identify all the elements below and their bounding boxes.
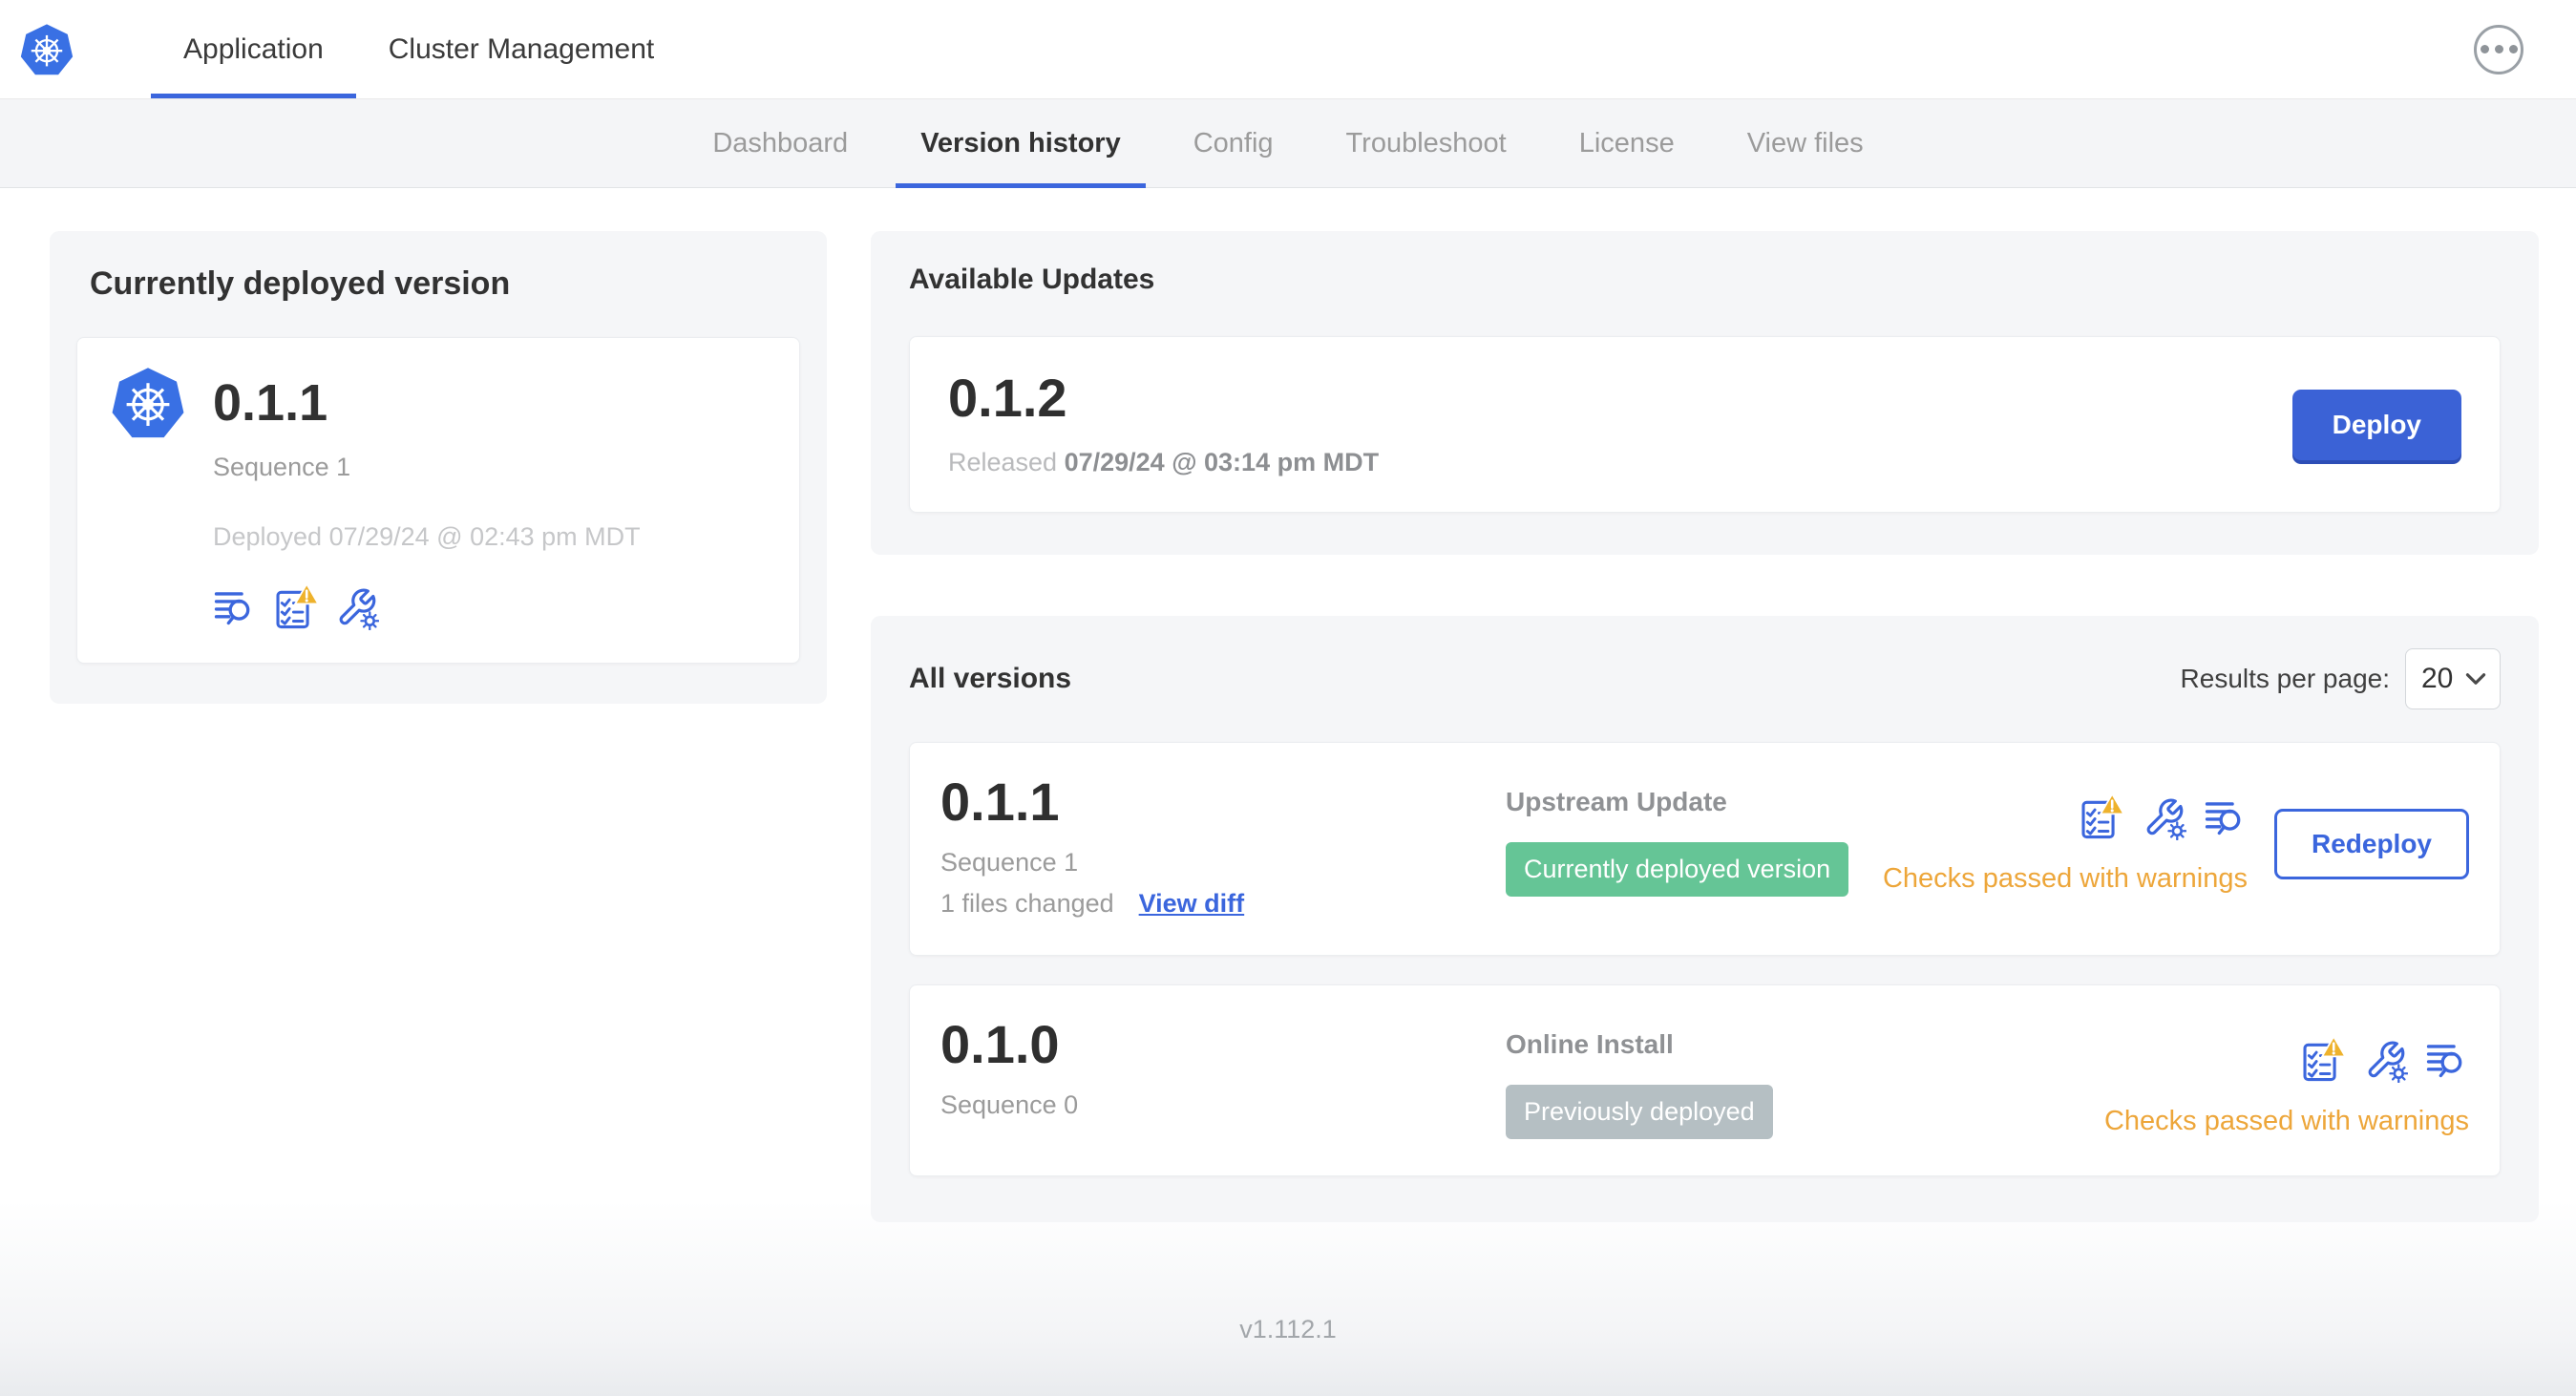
config-icon[interactable]: [2143, 796, 2186, 840]
console-version-label: v1.112.1: [1239, 1314, 1337, 1343]
tab-cluster-management[interactable]: Cluster Management: [356, 0, 686, 98]
version-row-0-1-0: 0.1.0 Sequence 0 Online Install Previous…: [909, 984, 2501, 1176]
version-actions: Checks passed with warnings: [2104, 1018, 2469, 1137]
app-subnav: Dashboard Version history Config Trouble…: [0, 99, 2576, 188]
results-per-page: Results per page: 20: [2181, 648, 2501, 709]
config-icon[interactable]: [335, 586, 379, 630]
preflight-checks-warning-icon[interactable]: [2078, 793, 2125, 840]
tab-version-history[interactable]: Version history: [884, 99, 1157, 188]
deploy-button[interactable]: Deploy: [2291, 389, 2461, 460]
currently-deployed-card: Currently deployed version 0.1.1 Sequenc…: [50, 231, 827, 704]
currently-deployed-version-card: 0.1.1 Sequence 1 Deployed 07/29/24 @ 02:…: [76, 337, 800, 664]
version-sequence: Sequence 0: [940, 1090, 1079, 1119]
footer: v1.112.1: [0, 1262, 2576, 1396]
tab-troubleshoot[interactable]: Troubleshoot: [1310, 99, 1543, 187]
status-badge: Previously deployed: [1506, 1085, 1773, 1139]
all-versions-header: All versions Results per page: 20: [909, 648, 2501, 709]
preflight-checks-warning-icon[interactable]: [272, 582, 320, 630]
tab-application[interactable]: Application: [151, 0, 356, 98]
version-number: 0.1.0: [940, 1014, 1060, 1074]
results-per-page-value: 20: [2421, 663, 2454, 694]
version-sequence: Sequence 1: [940, 848, 1079, 877]
tab-config[interactable]: Config: [1157, 99, 1310, 187]
version-info: 0.1.1 Sequence 1 1 files changed View di…: [940, 775, 1506, 919]
kubernetes-logo: [19, 20, 74, 79]
deployed-sequence-label: Sequence 1: [213, 453, 351, 481]
deployed-version-actions: [213, 582, 767, 630]
available-updates-card: Available Updates 0.1.2 Released 07/29/2…: [871, 231, 2539, 555]
source-label: Online Install: [1506, 1029, 1674, 1059]
release-notes-icon[interactable]: [2204, 796, 2248, 840]
results-per-page-label: Results per page:: [2180, 664, 2390, 693]
ellipsis-menu-button[interactable]: [2474, 24, 2523, 74]
top-tabs: Application Cluster Management: [151, 0, 686, 98]
tab-view-files[interactable]: View files: [1711, 99, 1900, 187]
release-notes-icon[interactable]: [2425, 1039, 2469, 1083]
update-version-number: 0.1.2: [948, 368, 1067, 428]
version-action-icons: [2078, 793, 2248, 840]
top-navbar: Application Cluster Management: [0, 0, 2576, 99]
available-updates-title: Available Updates: [909, 264, 1155, 295]
right-column: Available Updates 0.1.2 Released 07/29/2…: [871, 231, 2539, 1222]
all-versions-card: All versions Results per page: 20 0.1.1: [871, 616, 2539, 1222]
currently-deployed-title: Currently deployed version: [90, 265, 511, 302]
available-update-row: 0.1.2 Released 07/29/24 @ 03:14 pm MDT D…: [909, 336, 2501, 513]
files-changed-label: 1 files changed: [940, 889, 1114, 918]
status-badge: Currently deployed version: [1506, 842, 1849, 897]
version-source: Upstream Update Currently deployed versi…: [1506, 775, 1883, 897]
main-content: Currently deployed version 0.1.1 Sequenc…: [0, 188, 2576, 1262]
deployed-timestamp: Deployed 07/29/24 @ 02:43 pm MDT: [213, 522, 641, 551]
preflight-checks-warning-icon[interactable]: [2299, 1035, 2347, 1083]
kubernetes-app-logo: [110, 363, 186, 443]
version-actions: Checks passed with warnings Redeploy: [1883, 775, 2469, 895]
checks-status-text: Checks passed with warnings: [2103, 1106, 2469, 1136]
tab-license[interactable]: License: [1543, 99, 1711, 187]
ellipsis-menu-icon: [2480, 45, 2489, 53]
version-number: 0.1.1: [940, 772, 1060, 832]
version-action-icons: [2299, 1035, 2469, 1083]
version-row-0-1-1: 0.1.1 Sequence 1 1 files changed View di…: [909, 742, 2501, 956]
all-versions-title: All versions: [909, 663, 1072, 694]
version-source: Online Install Previously deployed: [1506, 1018, 2104, 1139]
left-column: Currently deployed version 0.1.1 Sequenc…: [50, 231, 827, 704]
config-icon[interactable]: [2364, 1039, 2408, 1083]
version-history-page: Application Cluster Management Dashboard…: [0, 0, 2576, 1396]
tab-dashboard[interactable]: Dashboard: [676, 99, 884, 187]
checks-status-text: Checks passed with warnings: [1882, 863, 2248, 894]
source-label: Upstream Update: [1506, 787, 1727, 816]
release-notes-icon[interactable]: [213, 586, 257, 630]
redeploy-button[interactable]: Redeploy: [2273, 808, 2469, 879]
view-diff-link[interactable]: View diff: [1139, 889, 1245, 919]
update-released-timestamp: Released 07/29/24 @ 03:14 pm MDT: [948, 448, 1380, 476]
deployed-version-number: 0.1.1: [213, 374, 328, 432]
version-info: 0.1.0 Sequence 0: [940, 1018, 1506, 1120]
results-per-page-select[interactable]: 20: [2405, 648, 2501, 709]
chevron-down-icon: [2465, 672, 2486, 686]
